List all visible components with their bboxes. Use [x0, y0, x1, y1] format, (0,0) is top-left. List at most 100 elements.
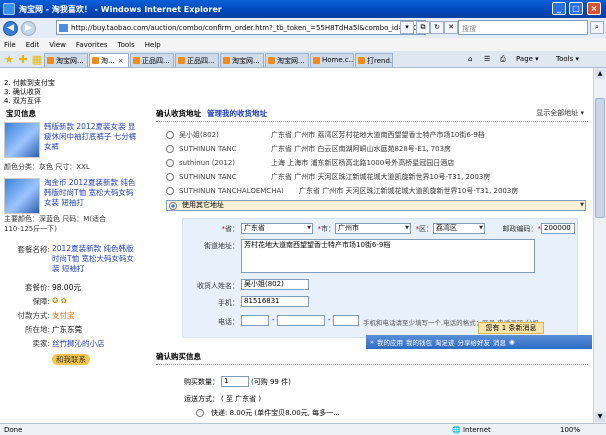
vertical-scrollbar[interactable]: ▲ ▼	[593, 68, 606, 423]
close-button[interactable]: ×	[587, 2, 601, 15]
phone-ext-input[interactable]	[333, 315, 359, 326]
menu-help[interactable]: Help	[145, 41, 161, 49]
product-1: 韩版新款 2012夏装女装 显瘦休闲中袖打底裤子 七分裤 女裤	[4, 122, 142, 162]
menu-edit[interactable]: Edit	[26, 41, 40, 49]
show-all-address-link[interactable]: 显示全部地址 ▾	[536, 108, 584, 118]
phone-area-input[interactable]	[241, 315, 269, 326]
manage-address-link[interactable]: 管理我的收货地址	[207, 109, 267, 118]
phone-label: 电话：	[218, 318, 239, 326]
city-label: *市：	[317, 225, 336, 233]
seller-link[interactable]: 丝竹狮沁的小店	[52, 338, 105, 349]
mobile-input[interactable]: 81516831	[241, 296, 309, 307]
bottom-messages[interactable]: 消息	[493, 337, 506, 347]
scroll-thumb[interactable]	[595, 98, 605, 218]
address-radio-5[interactable]	[166, 187, 174, 195]
refresh-icon[interactable]: ↻	[430, 21, 444, 34]
express-option[interactable]: 快递: 8.00元 (单件宝贝8.00元, 每多一...	[196, 408, 340, 418]
product-1-attr: 颜色分类：灰色 尺寸：XXL	[4, 163, 90, 171]
forward-button[interactable]: ▶	[21, 20, 36, 36]
phone-number-input[interactable]	[277, 315, 325, 326]
province-select[interactable]: 广东省	[241, 223, 313, 234]
tab-3[interactable]: 正品四...	[130, 53, 174, 67]
address-radio-1[interactable]	[166, 131, 174, 139]
zip-input[interactable]: 200000	[541, 223, 575, 234]
product-1-name[interactable]: 韩版新款 2012夏装女装 显瘦休闲中袖打底裤子 七分裤 女裤	[44, 122, 140, 152]
print-icon[interactable]: ⎙	[500, 53, 506, 65]
price-row: 套餐价: 98.00元	[24, 283, 81, 292]
mobile-label: 手机：	[218, 299, 239, 307]
page-menu[interactable]: Page ▾	[516, 53, 539, 65]
tab-2-active[interactable]: 淘... ×	[89, 53, 129, 67]
new-address-form: *省： 广东省 *市： 广州市 *区： 荔湾区 邮政编码：* 200000 街道…	[182, 218, 578, 338]
bottom-footprint[interactable]: 淘足迹	[435, 337, 455, 347]
street-textarea[interactable]: 芳村花地大道南西望望香士特产市场10街6-9档	[241, 239, 535, 273]
contact-seller-button[interactable]: 和我联系	[52, 354, 90, 365]
globe-icon[interactable]: ◉	[509, 338, 515, 346]
menu-file[interactable]: File	[4, 41, 16, 49]
address-input[interactable]: http://buy.taobao.com/auction/combo/conf…	[56, 20, 426, 35]
district-select[interactable]: 荔湾区	[433, 223, 485, 234]
address-radio-4[interactable]	[166, 173, 174, 181]
tab-6[interactable]: 淘宝网...	[265, 53, 309, 67]
address-option-3[interactable]: suthinun (2012) 上海 上海市 浦东新区杨高北路1000号外高桥星冠…	[166, 158, 454, 168]
product-1-thumbnail[interactable]	[4, 122, 40, 158]
tab-1[interactable]: 淘宝网...	[44, 53, 88, 67]
receiver-label: 收货人姓名：	[197, 282, 239, 290]
tab-5[interactable]: 淘宝网...	[220, 53, 264, 67]
express-radio[interactable]	[196, 409, 204, 417]
package-name-link[interactable]: 2012夏装新款 纯色韩版时尚T恤 宽松大码女码女装 短袖打	[52, 244, 136, 274]
bottom-my-apps[interactable]: 我的应用	[377, 337, 403, 347]
tab-7[interactable]: Home.c...	[310, 53, 354, 67]
product-2-thumbnail[interactable]	[4, 178, 40, 214]
address-option-4[interactable]: SUTHINUN TANC 广东省 广州市 天河区珠江新城花城大道凯旋新世界10号…	[166, 172, 490, 182]
product-2: 淘金币 2012夏装新款 纯色韩版时尚T恤 宽松大码女码女装 短袖打	[4, 178, 142, 218]
street-label: 街道地址：	[204, 242, 239, 250]
minimize-button[interactable]: _	[552, 2, 566, 15]
dropdown-icon[interactable]: ▾	[400, 21, 414, 34]
tools-menu[interactable]: Tools ▾	[556, 53, 579, 65]
maximize-button[interactable]: □	[569, 2, 583, 15]
quantity-row: 购买数量： 1 (可购 99 件)	[184, 376, 291, 387]
url-text: http://buy.taobao.com/auction/combo/conf…	[71, 24, 425, 32]
quantity-input[interactable]: 1	[221, 376, 249, 387]
tab-list-icon[interactable]: ▦	[30, 53, 44, 67]
district-label: *区：	[415, 225, 434, 233]
product-2-name[interactable]: 淘金币 2012夏装新款 纯色韩版时尚T恤 宽松大码女码女装 短袖打	[44, 178, 140, 208]
city-select[interactable]: 广州市	[335, 223, 411, 234]
zoom-level[interactable]: 100%	[560, 426, 580, 434]
tab-4[interactable]: 正品四...	[175, 53, 219, 67]
guarantee-row: 保障: ✪ ✿	[32, 296, 67, 306]
item-info-title: 宝贝信息	[6, 109, 36, 118]
address-option-2[interactable]: SUTHINUN TANC 广东省 广州市 白云区南湖阿峒山水庭苑828号-E1,…	[166, 144, 451, 154]
bottom-my-wallet[interactable]: 我的钱包	[406, 337, 432, 347]
feeds-icon[interactable]: ☰	[484, 53, 490, 65]
tab-8[interactable]: 打rend...	[355, 53, 393, 67]
address-option-1[interactable]: 吴小姐(802) 广东省 广州市 荔湾区芳村花地大道南西望望香士特产市场10街6-…	[166, 130, 485, 140]
menu-bar: File Edit View Favorites Tools Help	[0, 38, 606, 51]
address-radio-2[interactable]	[166, 145, 174, 153]
menu-favorites[interactable]: Favorites	[76, 41, 108, 49]
bottom-share[interactable]: 分享给好友	[457, 337, 490, 347]
search-input[interactable]: 搜搜	[458, 20, 588, 35]
address-option-5[interactable]: SUTHINUN TANCHALOEMCHAI 广东省 广州市 天河区珠江新城花城…	[166, 186, 518, 196]
address-option-other[interactable]: 使用其它地址	[166, 200, 586, 211]
scroll-down-icon[interactable]: ▼	[595, 412, 605, 422]
back-button[interactable]: ◀	[3, 20, 18, 36]
new-message-notice[interactable]: 您有 1 条新消息	[478, 322, 544, 334]
window-titlebar: 淘宝网 - 淘我喜欢！ - Windows Internet Explorer …	[0, 0, 606, 18]
seller-row: 卖家: 丝竹狮沁的小店	[32, 338, 105, 349]
scroll-up-icon[interactable]: ▲	[595, 69, 605, 79]
receiver-input[interactable]: 吴小姐(802)	[241, 279, 309, 290]
menu-view[interactable]: View	[49, 41, 66, 49]
internet-zone-icon: 🌐 Internet	[452, 425, 491, 434]
close-tab-icon[interactable]: ×	[118, 57, 124, 65]
stop-icon[interactable]: ✕	[444, 21, 458, 34]
address-radio-other[interactable]	[169, 201, 177, 210]
add-favorites-icon[interactable]: ✚	[16, 53, 30, 67]
menu-tools[interactable]: Tools	[118, 41, 135, 49]
compat-icon[interactable]: ⧉	[416, 21, 430, 34]
home-icon[interactable]: ⌂	[468, 53, 472, 65]
address-radio-3[interactable]	[166, 159, 174, 167]
favorites-star-icon[interactable]: ★	[2, 53, 16, 67]
search-icon[interactable]: ⌕	[590, 21, 604, 34]
